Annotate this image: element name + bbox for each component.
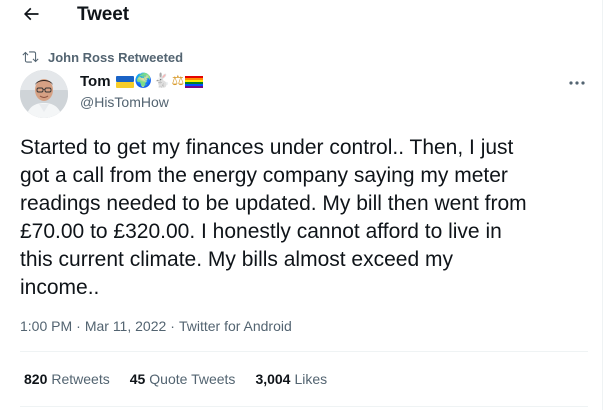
- likes-stat[interactable]: 3,004 Likes: [255, 371, 327, 387]
- divider: [20, 351, 588, 352]
- retweet-context: John Ross Retweeted: [22, 49, 183, 65]
- meta-separator: ·: [170, 318, 175, 334]
- tweet-date[interactable]: Mar 11, 2022: [85, 318, 166, 334]
- tweet-source[interactable]: Twitter for Android: [179, 318, 292, 334]
- likes-count: 3,004: [255, 371, 291, 387]
- arrow-left-icon: [21, 4, 41, 29]
- tweet-meta: 1:00 PM · Mar 11, 2022 · Twitter for And…: [20, 318, 292, 334]
- meta-separator: ·: [76, 318, 81, 334]
- retweets-count: 820: [24, 371, 48, 387]
- author-name-row: Tom 🌍 🐇 ⚖: [80, 72, 203, 90]
- tweet-text: Started to get my finances under control…: [20, 136, 527, 299]
- back-button[interactable]: [18, 3, 44, 29]
- page-title: Tweet: [77, 4, 129, 25]
- author-display-name[interactable]: Tom: [80, 73, 111, 90]
- avatar[interactable]: [20, 70, 68, 118]
- retweet-icon: [22, 50, 39, 64]
- more-horizontal-icon: [569, 72, 585, 90]
- quote-tweets-stat[interactable]: 45 Quote Tweets: [130, 371, 236, 387]
- name-emoji-badges: 🌍 🐇 ⚖: [115, 73, 203, 89]
- ukraine-flag-icon: [115, 75, 134, 88]
- quote-tweets-label: Quote Tweets: [149, 371, 236, 387]
- likes-label: Likes: [294, 371, 328, 387]
- more-options-button[interactable]: [566, 72, 588, 90]
- earth-globe-icon: 🌍: [134, 73, 152, 89]
- divider: [20, 406, 588, 407]
- tweet-stats: 820 Retweets 45 Quote Tweets 3,004 Likes: [24, 371, 347, 387]
- top-header: Tweet: [0, 0, 603, 32]
- quote-tweets-count: 45: [129, 371, 146, 387]
- rabbit-icon: 🐇: [153, 73, 171, 89]
- tweet-time[interactable]: 1:00 PM: [20, 318, 72, 334]
- balance-scale-icon: ⚖: [171, 73, 184, 89]
- rainbow-flag-icon: [185, 75, 203, 88]
- retweets-label: Retweets: [51, 371, 110, 387]
- author-handle[interactable]: @HisTomHow: [80, 94, 203, 110]
- retweets-stat[interactable]: 820 Retweets: [24, 371, 110, 387]
- retweeted-by-text[interactable]: John Ross Retweeted: [48, 50, 183, 65]
- tweet-author: Tom 🌍 🐇 ⚖ @HisTomHow: [80, 72, 203, 110]
